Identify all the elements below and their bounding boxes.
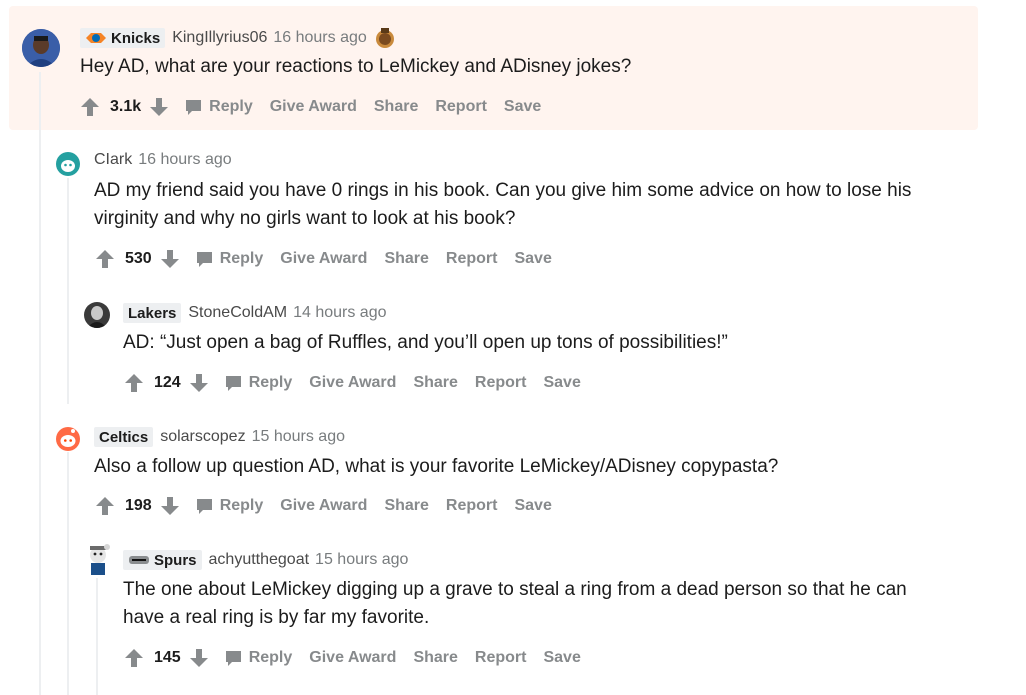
- vote-score: 145: [154, 649, 181, 666]
- award-icon[interactable]: [373, 26, 397, 50]
- give-award-button[interactable]: Give Award: [270, 98, 357, 116]
- author-link[interactable]: KingIllyrius06: [172, 29, 267, 47]
- comment-icon: [196, 251, 212, 267]
- save-button[interactable]: Save: [514, 250, 551, 268]
- vote-score: 124: [154, 374, 181, 391]
- upvote-icon[interactable]: [124, 373, 144, 393]
- report-button[interactable]: Report: [435, 98, 487, 116]
- author-link[interactable]: achyutthegoat: [209, 551, 310, 569]
- comment-icon: [225, 650, 241, 666]
- comment-text-line: Also a follow up question AD, what is yo…: [94, 456, 779, 477]
- user-flair: Lakers: [123, 303, 182, 323]
- comment-actions: 3.1k Reply Give Award Share Report Save: [80, 95, 558, 119]
- knicks-logo-icon: [86, 33, 106, 43]
- comment-text-line: have a real ring is by far my favorite.: [123, 607, 430, 628]
- comment-body: Hey AD, what are your reactions to LeMic…: [80, 53, 631, 81]
- save-button[interactable]: Save: [504, 98, 541, 116]
- user-flair: Spurs: [123, 550, 202, 570]
- comment-body: Also a follow up question AD, what is yo…: [94, 453, 778, 481]
- avatar[interactable]: [22, 29, 60, 67]
- comment-icon: [196, 498, 212, 514]
- share-button[interactable]: Share: [413, 649, 457, 667]
- save-button[interactable]: Save: [514, 497, 551, 515]
- comment-body: The one about LeMickey digging up a grav…: [123, 576, 907, 632]
- give-award-button[interactable]: Give Award: [309, 374, 396, 392]
- reply-button[interactable]: Reply: [196, 497, 263, 515]
- comment-body: AD my friend said you have 0 rings in hi…: [94, 177, 911, 233]
- downvote-icon[interactable]: [189, 648, 209, 668]
- upvote-icon[interactable]: [95, 249, 115, 269]
- timestamp[interactable]: 15 hours ago: [315, 551, 408, 569]
- upvote-icon[interactable]: [80, 97, 100, 117]
- give-award-button[interactable]: Give Award: [280, 250, 367, 268]
- timestamp[interactable]: 15 hours ago: [252, 428, 345, 446]
- avatar[interactable]: [55, 426, 81, 452]
- author-link[interactable]: solarscopez: [160, 428, 245, 446]
- downvote-icon[interactable]: [160, 249, 180, 269]
- share-button[interactable]: Share: [384, 250, 428, 268]
- reply-button[interactable]: Reply: [225, 374, 292, 392]
- report-button[interactable]: Report: [475, 649, 527, 667]
- downvote-icon[interactable]: [160, 496, 180, 516]
- comment-text-line: The one about LeMickey digging up a grav…: [123, 579, 907, 600]
- author-link[interactable]: StoneColdAM: [188, 304, 287, 322]
- timestamp[interactable]: 14 hours ago: [293, 304, 386, 322]
- reply-button[interactable]: Reply: [185, 98, 253, 116]
- vote-score: 3.1k: [110, 98, 142, 115]
- share-button[interactable]: Share: [384, 497, 428, 515]
- comment-actions: 530 Reply Give Award Share Report Save: [95, 247, 569, 271]
- share-button[interactable]: Share: [374, 98, 418, 116]
- comment-actions: 124 Reply Give Award Share Report Save: [124, 371, 598, 395]
- downvote-icon[interactable]: [189, 373, 209, 393]
- comment-body: AD: “Just open a bag of Ruffles, and you…: [123, 329, 728, 357]
- upvote-icon[interactable]: [95, 496, 115, 516]
- report-button[interactable]: Report: [446, 250, 498, 268]
- avatar[interactable]: [84, 302, 110, 328]
- author-link[interactable]: CIark: [94, 151, 132, 169]
- timestamp[interactable]: 16 hours ago: [273, 29, 366, 47]
- vote-score: 198: [125, 497, 152, 514]
- comment-icon: [186, 99, 202, 115]
- thread-line[interactable]: [67, 452, 69, 695]
- comment-text-line: virginity and why no girls want to look …: [94, 208, 516, 229]
- report-button[interactable]: Report: [446, 497, 498, 515]
- comment-text-line: AD: “Just open a bag of Ruffles, and you…: [123, 332, 728, 353]
- thread-line[interactable]: [39, 72, 41, 695]
- give-award-button[interactable]: Give Award: [309, 649, 396, 667]
- save-button[interactable]: Save: [543, 649, 580, 667]
- thread-line[interactable]: [96, 578, 98, 695]
- comment-actions: 145 Reply Give Award Share Report Save: [124, 646, 598, 670]
- spurs-logo-icon: [129, 556, 149, 564]
- user-flair: Knicks: [80, 28, 166, 48]
- reply-button[interactable]: Reply: [225, 649, 292, 667]
- give-award-button[interactable]: Give Award: [280, 497, 367, 515]
- avatar[interactable]: [55, 151, 81, 177]
- upvote-icon[interactable]: [124, 648, 144, 668]
- reply-button[interactable]: Reply: [196, 250, 263, 268]
- avatar[interactable]: [84, 543, 112, 577]
- downvote-icon[interactable]: [149, 97, 169, 117]
- save-button[interactable]: Save: [543, 374, 580, 392]
- timestamp[interactable]: 16 hours ago: [138, 151, 231, 169]
- comment-icon: [225, 375, 241, 391]
- user-flair: Celtics: [94, 427, 154, 447]
- comment-actions: 198 Reply Give Award Share Report Save: [95, 494, 569, 518]
- vote-score: 530: [125, 250, 152, 267]
- share-button[interactable]: Share: [413, 374, 457, 392]
- thread-line[interactable]: [67, 178, 69, 404]
- comment-text-line: AD my friend said you have 0 rings in hi…: [94, 180, 912, 201]
- report-button[interactable]: Report: [475, 374, 527, 392]
- comment-text-line: Hey AD, what are your reactions to LeMic…: [80, 56, 632, 77]
